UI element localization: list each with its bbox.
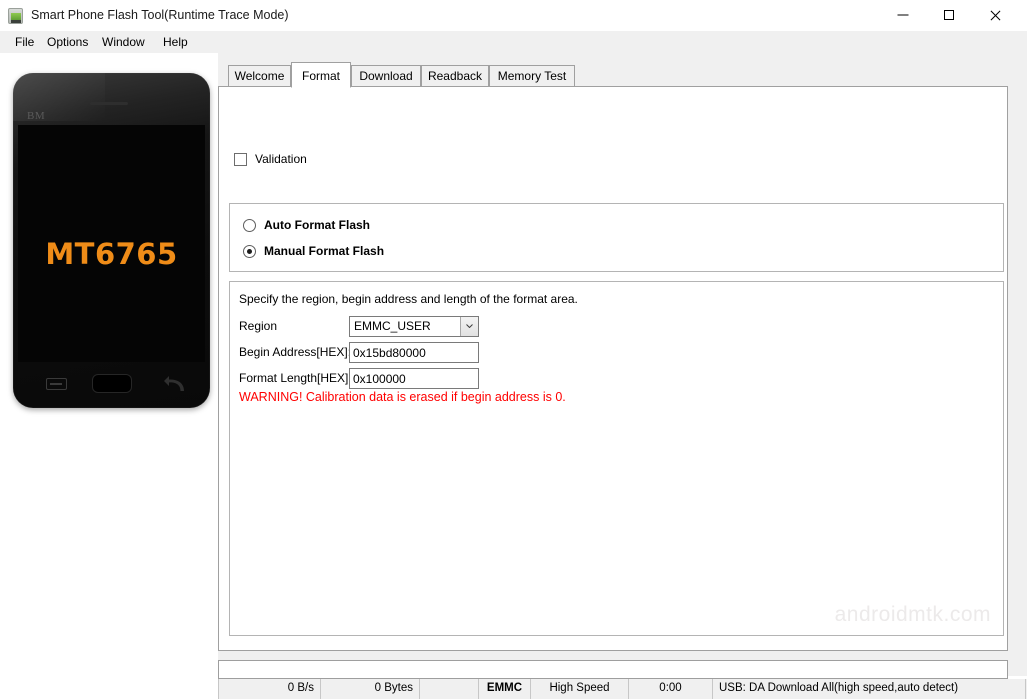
menu-icon <box>46 378 67 390</box>
settings-description: Specify the region, begin address and le… <box>239 292 578 306</box>
validation-label: Validation <box>255 152 307 166</box>
manual-settings-group: Specify the region, begin address and le… <box>229 281 1004 636</box>
device-preview-panel: BM MT6765 <box>0 53 218 676</box>
close-icon <box>989 9 1001 21</box>
menu-item-options[interactable]: Options <box>40 31 95 53</box>
format-length-input[interactable] <box>349 368 479 389</box>
menu-item-file[interactable]: File <box>8 31 41 53</box>
minimize-button[interactable] <box>880 0 926 30</box>
format-length-label: Format Length[HEX]: <box>239 371 352 385</box>
status-bar: 0 B/s 0 Bytes EMMC High Speed 0:00 USB: … <box>218 679 1027 699</box>
maximize-button[interactable] <box>926 0 972 30</box>
menu-item-window[interactable]: Window <box>95 31 152 53</box>
radio-icon[interactable] <box>243 244 256 258</box>
status-usb-speed: High Speed <box>531 679 629 699</box>
phone-brand-label: BM <box>27 110 46 122</box>
chipset-label: MT6765 <box>45 237 178 271</box>
tab-memory-test[interactable]: Memory Test <box>489 65 575 87</box>
home-icon <box>92 374 132 393</box>
region-dropdown-button[interactable] <box>460 317 478 336</box>
status-connection: USB: DA Download All(high speed,auto det… <box>713 679 1026 699</box>
phone-earpiece <box>90 102 128 105</box>
status-bytes: 0 Bytes <box>321 679 420 699</box>
warning-message: WARNING! Calibration data is erased if b… <box>239 390 566 404</box>
phone-nav-bar <box>13 366 210 408</box>
title-bar: Smart Phone Flash Tool(Runtime Trace Mod… <box>0 0 1027 32</box>
begin-address-label: Begin Address[HEX]: <box>239 345 352 359</box>
tab-readback[interactable]: Readback <box>421 65 489 87</box>
tab-download[interactable]: Download <box>351 65 421 87</box>
chevron-down-icon <box>466 324 473 328</box>
close-button[interactable] <box>972 0 1018 30</box>
status-speed: 0 B/s <box>218 679 321 699</box>
validation-checkbox[interactable]: Validation <box>234 152 307 166</box>
radio-auto-format-flash[interactable]: Auto Format Flash <box>243 218 370 232</box>
tab-strip: Welcome Format Download Readback Memory … <box>218 62 1027 88</box>
progress-bar <box>218 660 1008 679</box>
status-elapsed-time: 0:00 <box>629 679 713 699</box>
status-storage-type: EMMC <box>479 679 531 699</box>
main-area: Welcome Format Download Readback Memory … <box>218 53 1027 699</box>
radio-auto-format-flash-label: Auto Format Flash <box>264 218 371 232</box>
phone-mockup: BM MT6765 <box>13 73 210 408</box>
format-mode-group: Auto Format Flash Manual Format Flash <box>229 203 1004 272</box>
menu-item-help[interactable]: Help <box>156 31 195 53</box>
tab-format[interactable]: Format <box>291 62 351 88</box>
minimize-icon <box>897 14 909 16</box>
status-blank <box>420 679 479 699</box>
menu-bar: File Options Window Help <box>0 31 1027 54</box>
radio-icon[interactable] <box>243 218 256 232</box>
phone-screen: MT6765 <box>18 125 205 362</box>
region-select[interactable]: EMMC_USER <box>349 316 479 337</box>
format-tab-panel: Validation Start Stop Auto Format Flash … <box>218 86 1008 651</box>
watermark-text: androidmtk.com <box>834 603 991 626</box>
back-arrow-icon <box>164 376 184 391</box>
begin-address-input[interactable] <box>349 342 479 363</box>
phone-flash-icon <box>8 8 23 24</box>
region-label: Region <box>239 319 278 333</box>
radio-manual-format-flash[interactable]: Manual Format Flash <box>243 244 384 258</box>
region-selected-value: EMMC_USER <box>354 319 431 333</box>
tab-welcome[interactable]: Welcome <box>228 65 291 87</box>
checkbox-icon[interactable] <box>234 152 247 166</box>
radio-manual-format-flash-label: Manual Format Flash <box>264 244 385 258</box>
window-title: Smart Phone Flash Tool(Runtime Trace Mod… <box>31 8 289 22</box>
maximize-icon <box>944 10 954 20</box>
